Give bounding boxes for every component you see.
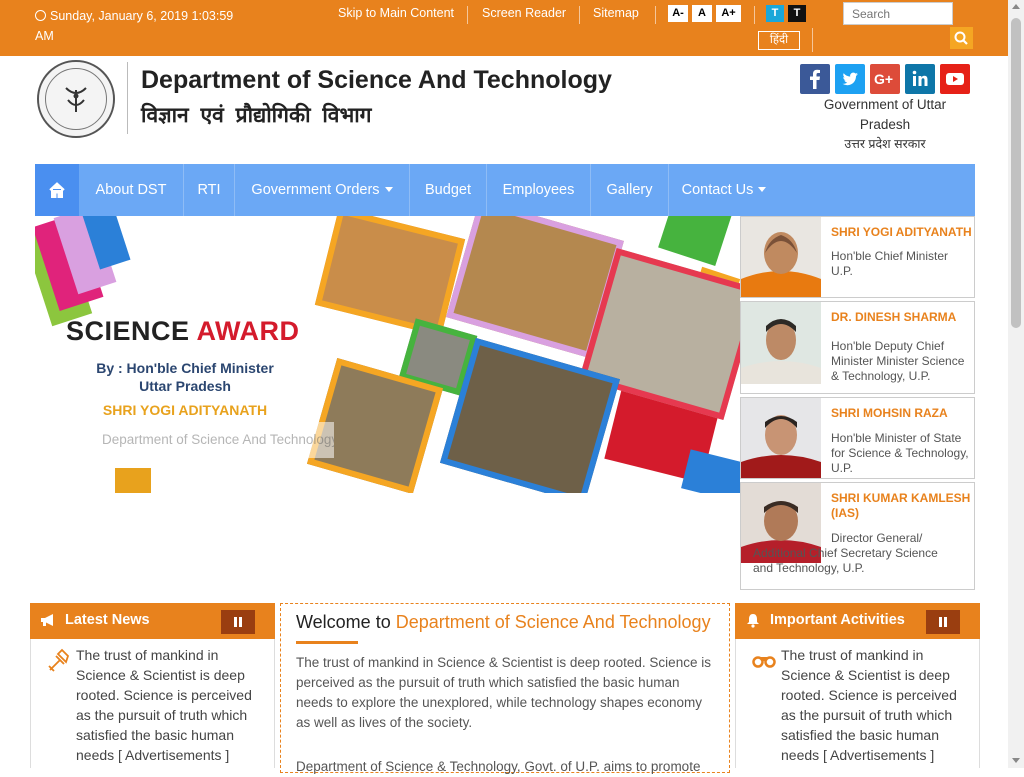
search-button[interactable] <box>950 27 973 49</box>
youtube-icon[interactable] <box>940 64 970 94</box>
screen-reader-link[interactable]: Screen Reader <box>482 6 566 20</box>
welcome-paragraph: The trust of mankind in Science & Scient… <box>296 655 711 730</box>
science-probe-icon <box>48 648 70 672</box>
official-photo <box>741 217 821 297</box>
nav-home[interactable] <box>35 164 79 216</box>
top-bar: Sunday, January 6, 2019 1:03:59 AM Skip … <box>0 0 1024 56</box>
up-govt-emblem-logo[interactable] <box>37 60 115 138</box>
nav-contact-us[interactable]: Contact Us <box>669 164 779 216</box>
clock-icon <box>35 10 46 21</box>
welcome-paragraph-2: Department of Science & Technology, Govt… <box>296 759 701 774</box>
hindi-language-button[interactable]: हिंदी <box>758 31 800 50</box>
site-title-hindi: विज्ञान एवं प्रौद्योगिकी विभाग <box>141 104 372 127</box>
theme-light-button[interactable]: T <box>766 5 784 22</box>
nav-rti[interactable]: RTI <box>184 164 234 216</box>
search-input[interactable] <box>843 2 953 25</box>
site-title: Department of Science And Technology <box>141 66 612 94</box>
latest-news-pause-button[interactable] <box>221 610 255 634</box>
emblem-mark <box>65 87 87 112</box>
chevron-down-icon <box>384 187 393 192</box>
facebook-icon[interactable] <box>800 64 830 94</box>
government-name-hindi: उत्तर प्रदेश सरकार <box>844 137 926 151</box>
nav-about-dst[interactable]: About DST <box>79 164 183 216</box>
bell-icon <box>747 614 759 628</box>
banner-awardee-name: SHRI YOGI ADITYANATH <box>102 402 268 418</box>
nav-budget[interactable]: Budget <box>410 164 486 216</box>
sitemap-link[interactable]: Sitemap <box>593 6 639 20</box>
welcome-title: Welcome to Department of Science And Tec… <box>296 612 711 632</box>
nav-gallery[interactable]: Gallery <box>591 164 668 216</box>
search-icon <box>954 31 968 45</box>
activities-pause-button[interactable] <box>926 610 960 634</box>
activities-item[interactable]: The trust of mankind in Science & Scient… <box>781 645 966 765</box>
google-plus-icon[interactable]: G+ <box>870 64 900 94</box>
font-normal-button[interactable]: A <box>692 5 712 22</box>
skip-to-main-link[interactable]: Skip to Main Content <box>338 6 454 20</box>
hero-banner-slider[interactable]: SCIENCE AWARD By : Hon'ble Chief Ministe… <box>35 216 740 493</box>
government-name: Government of Uttar Pradesh <box>823 97 947 132</box>
current-datetime: Sunday, January 6, 2019 1:03:59 AM <box>35 9 234 43</box>
slide-caption: Department of Science And Technology <box>84 422 334 458</box>
home-icon <box>49 182 65 198</box>
scroll-down-icon[interactable] <box>1012 758 1020 763</box>
font-decrease-button[interactable]: A- <box>668 5 688 22</box>
svg-text:G+: G+ <box>874 71 893 87</box>
chevron-down-icon <box>758 187 767 192</box>
scrollbar-thumb[interactable] <box>1011 18 1021 328</box>
official-photo <box>741 302 821 384</box>
official-card[interactable]: SHRI KUMAR KAMLESH (IAS) Director Genera… <box>740 482 975 590</box>
nav-government-orders[interactable]: Government Orders <box>235 164 409 216</box>
font-increase-button[interactable]: A+ <box>716 5 741 22</box>
scroll-up-icon[interactable] <box>1012 4 1020 9</box>
official-card[interactable]: DR. DINESH SHARMA Hon'ble Deputy Chief M… <box>740 301 975 394</box>
theme-dark-button[interactable]: T <box>788 5 806 22</box>
binoculars-icon <box>752 656 776 668</box>
banner-subtitle: By : Hon'ble Chief Minister Uttar Pradesh <box>96 360 274 394</box>
latest-news-item[interactable]: The trust of mankind in Science & Scient… <box>76 645 261 765</box>
bullhorn-icon <box>41 614 53 626</box>
nav-employees[interactable]: Employees <box>487 164 590 216</box>
main-navigation: About DST RTI Government Orders Budget E… <box>35 164 975 216</box>
banner-title: SCIENCE AWARD <box>66 316 300 346</box>
official-card[interactable]: SHRI YOGI ADITYANATH Hon'ble Chief Minis… <box>740 216 975 298</box>
official-card[interactable]: SHRI MOHSIN RAZA Hon'ble Minister of Sta… <box>740 397 975 479</box>
official-photo <box>741 398 821 478</box>
twitter-icon[interactable] <box>835 64 865 94</box>
linkedin-icon[interactable] <box>905 64 935 94</box>
